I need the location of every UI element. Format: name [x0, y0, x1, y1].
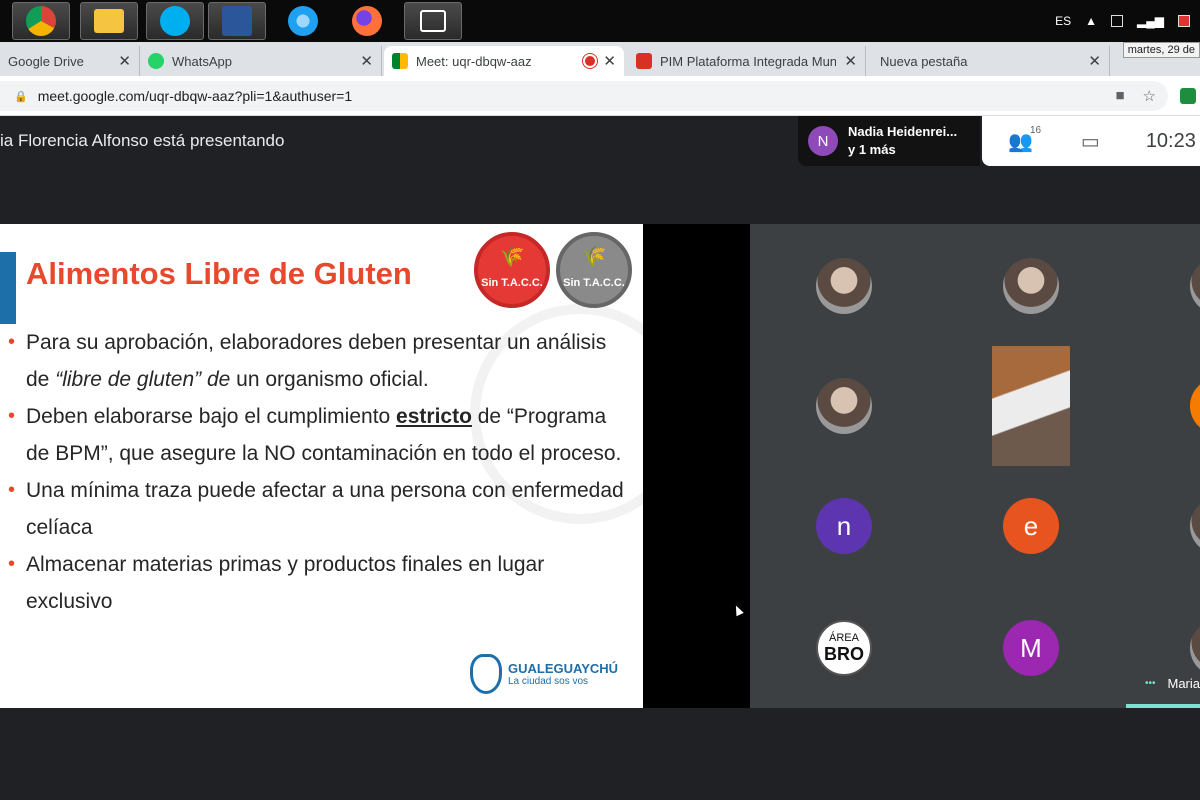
participant-avatar[interactable]: [1190, 620, 1200, 676]
participant-avatar[interactable]: [816, 378, 872, 434]
logo-name: GUALEGUAYCHÚ: [508, 661, 619, 676]
url-text[interactable]: meet.google.com/uqr-dbqw-aaz?pli=1&authu…: [38, 88, 352, 104]
participants-count: 16: [1030, 124, 1042, 136]
tab-pim[interactable]: PIM Plataforma Integrada Munic ✕: [628, 46, 866, 76]
participant-avatar[interactable]: [1190, 498, 1200, 554]
presentation-slide: Alimentos Libre de Gluten 🌾 Sin T.A.C.C.…: [0, 224, 643, 708]
firefox-taskbar-button[interactable]: [338, 2, 396, 40]
recording-indicator-icon: [585, 56, 596, 66]
participant-avatar-m[interactable]: M: [1003, 620, 1059, 676]
file-explorer-taskbar-button[interactable]: [80, 2, 138, 40]
tab-title: Google Drive: [8, 53, 84, 69]
flag-icon[interactable]: [1178, 15, 1190, 27]
chrome-icon: [26, 6, 56, 36]
logo-tagline: La ciudad sos vos: [508, 676, 589, 687]
whatsapp-icon: [148, 53, 164, 69]
word-icon: [222, 6, 252, 36]
tab-title: Meet: uqr-dbqw-aaz: [416, 53, 532, 69]
close-tab-icon[interactable]: ✕: [844, 52, 857, 70]
active-speaker-chip: N Nadia Heidenrei... y 1 más: [798, 116, 980, 166]
area-label: ÁREA: [829, 632, 859, 644]
gluten-free-badge-gray: 🌾 Sin T.A.C.C.: [556, 232, 632, 308]
chrome-taskbar-button[interactable]: [12, 2, 70, 40]
bullet-item: Almacenar materias primas y productos fi…: [8, 546, 628, 620]
language-indicator[interactable]: ES: [1055, 14, 1071, 28]
internet-explorer-taskbar-button[interactable]: [274, 2, 332, 40]
slide-accent-bar: [0, 252, 16, 324]
participant-grid: n e ÁREA BRO M ••• Maria: [750, 224, 1200, 708]
date-tooltip: martes, 29 de: [1122, 42, 1200, 58]
word-taskbar-button[interactable]: [208, 2, 266, 40]
more-options-icon[interactable]: •••: [1145, 678, 1156, 689]
slide-bullet-list: Para su aprobación, elaboradores deben p…: [8, 324, 628, 620]
badge-text: Sin T.A.C.C.: [481, 277, 543, 289]
speaker-name: Nadia Heidenrei...: [848, 124, 958, 139]
participant-avatar[interactable]: [1190, 258, 1200, 314]
google-meet-icon: [392, 53, 408, 69]
skype-icon: [160, 6, 190, 36]
presentation-taskbar-button[interactable]: [404, 2, 462, 40]
wheat-icon: 🌾: [499, 246, 525, 268]
signal-icon[interactable]: ▂▄▆: [1137, 14, 1164, 28]
speaker-avatar: N: [808, 126, 838, 156]
firefox-icon: [352, 6, 382, 36]
meeting-clock: 10:23: [1145, 129, 1196, 152]
participant-video[interactable]: [992, 346, 1070, 466]
presentation-letterbox: [643, 224, 750, 708]
extension-icon[interactable]: [1180, 88, 1196, 104]
presenting-label: ia Florencia Alfonso está presentando: [0, 131, 285, 150]
close-tab-icon[interactable]: ✕: [1088, 52, 1101, 70]
close-tab-icon[interactable]: ✕: [118, 52, 131, 70]
speaker-more: y 1 más: [848, 142, 896, 157]
tab-whatsapp[interactable]: WhatsApp ✕: [140, 46, 382, 76]
chat-icon[interactable]: ▭: [1081, 129, 1100, 154]
tab-title: Nueva pestaña: [880, 53, 968, 69]
slide-title: Alimentos Libre de Gluten: [26, 256, 412, 291]
close-tab-icon[interactable]: ✕: [360, 52, 373, 70]
city-seal-icon: [470, 654, 502, 694]
tab-title: WhatsApp: [172, 53, 232, 69]
tray-expand-icon[interactable]: ▲: [1085, 14, 1097, 28]
participant-avatar-area[interactable]: ÁREA BRO: [816, 620, 872, 676]
system-tray: ES ▲ ▂▄▆: [1055, 0, 1200, 42]
self-name: Maria: [1167, 676, 1200, 691]
camera-icon[interactable]: ■: [1115, 87, 1124, 105]
participants-button[interactable]: 👥 16: [1008, 125, 1041, 154]
participant-avatar[interactable]: [1003, 258, 1059, 314]
bookmark-star-icon[interactable]: ☆: [1143, 87, 1156, 105]
bullet-item: Para su aprobación, elaboradores deben p…: [8, 324, 628, 398]
tab-meet[interactable]: Meet: uqr-dbqw-aaz ✕: [384, 46, 624, 76]
windows-taskbar: ES ▲ ▂▄▆: [0, 0, 1200, 42]
skype-taskbar-button[interactable]: [146, 2, 204, 40]
network-icon[interactable]: [1111, 15, 1124, 27]
internet-explorer-icon: [288, 6, 318, 36]
lock-icon[interactable]: 🔒: [14, 90, 28, 103]
wheat-icon: 🌾: [581, 246, 607, 268]
area-label-bold: BRO: [824, 644, 864, 664]
meet-bottom-area: [0, 708, 1200, 800]
tab-new-tab[interactable]: Nueva pestaña ✕: [872, 46, 1110, 76]
browser-toolbar: 🔒 meet.google.com/uqr-dbqw-aaz?pli=1&aut…: [0, 76, 1200, 116]
pim-icon: [636, 53, 652, 69]
tab-google-drive[interactable]: Google Drive ✕: [0, 46, 140, 76]
gluten-free-badge-red: 🌾 Sin T.A.C.C.: [474, 232, 550, 308]
self-tile-label: ••• Maria: [1145, 676, 1200, 691]
bullet-item: Deben elaborarse bajo el cumplimiento es…: [8, 398, 628, 472]
meet-controls: 👥 16 ▭ 10:23: [982, 116, 1200, 166]
folder-icon: [94, 9, 124, 33]
tab-title: PIM Plataforma Integrada Munic: [660, 53, 837, 69]
gualeguaychu-logo: GUALEGUAYCHÚ La ciudad sos vos: [470, 654, 618, 694]
participant-avatar-n[interactable]: n: [816, 498, 872, 554]
participant-avatar-e[interactable]: e: [1003, 498, 1059, 554]
address-bar[interactable]: 🔒 meet.google.com/uqr-dbqw-aaz?pli=1&aut…: [0, 81, 1168, 111]
participant-avatar[interactable]: [816, 258, 872, 314]
browser-tab-strip: Google Drive ✕ WhatsApp ✕ Meet: uqr-dbqw…: [0, 42, 1200, 76]
close-tab-icon[interactable]: ✕: [603, 52, 616, 70]
participant-avatar[interactable]: [1190, 378, 1200, 434]
bullet-item: Una mínima traza puede afectar a una per…: [8, 472, 628, 546]
projector-icon: [420, 10, 446, 32]
badge-text: Sin T.A.C.C.: [563, 277, 625, 289]
